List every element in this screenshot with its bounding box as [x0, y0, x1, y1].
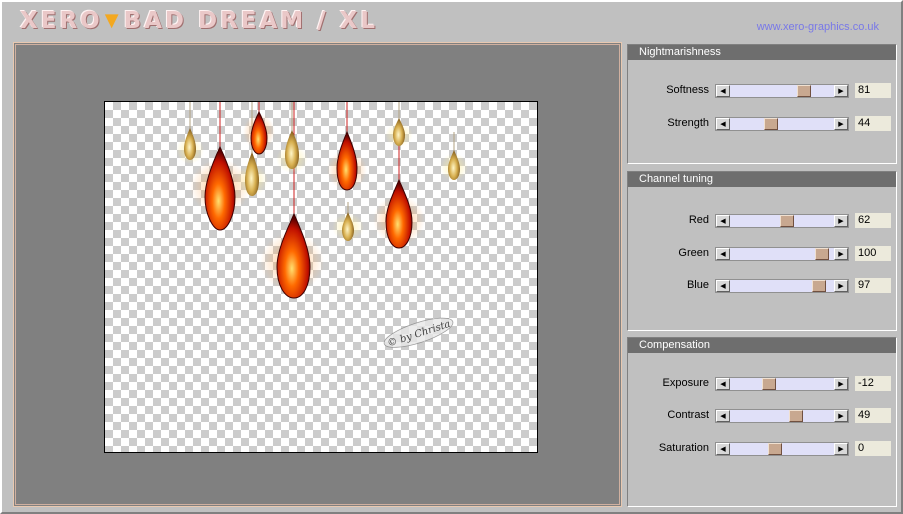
control-label: Strength	[667, 117, 709, 129]
preview-image: © by Christa	[176, 102, 468, 350]
increase-arrow-icon[interactable]: ▶	[834, 85, 848, 97]
control-row-green: Green ◀ ▶ 100	[628, 245, 898, 263]
preview-area: © by Christa	[13, 42, 622, 507]
control-label: Red	[688, 214, 709, 226]
control-row-softness: Softness ◀ ▶ 81	[628, 82, 898, 100]
control-label: Green	[678, 247, 709, 259]
control-label: Blue	[686, 279, 709, 291]
decrease-arrow-icon[interactable]: ◀	[716, 443, 730, 455]
panel-title: Channel tuning	[628, 172, 896, 187]
panel-title: Compensation	[628, 338, 896, 353]
increase-arrow-icon[interactable]: ▶	[834, 280, 848, 292]
slider-thumb[interactable]	[780, 215, 794, 227]
panel-title: Nightmarishness	[628, 45, 896, 60]
blue-value-field[interactable]: 97	[855, 278, 891, 293]
decrease-arrow-icon[interactable]: ◀	[716, 280, 730, 292]
control-label: Exposure	[662, 377, 709, 389]
slider-thumb[interactable]	[789, 410, 803, 422]
control-row-blue: Blue ◀ ▶ 97	[628, 277, 898, 295]
plugin-window: XERO ▼BAD DREAM / XL www.xero-graphics.co…	[0, 0, 903, 514]
increase-arrow-icon[interactable]: ▶	[834, 118, 848, 130]
slider-thumb[interactable]	[815, 248, 829, 260]
control-row-strength: Strength ◀ ▶ 44	[628, 115, 898, 133]
watermark: © by Christa	[383, 317, 454, 350]
logo-triangle-icon: ▼	[104, 10, 122, 31]
increase-arrow-icon[interactable]: ▶	[834, 410, 848, 422]
exposure-slider[interactable]: ◀ ▶	[715, 377, 849, 391]
panel-channel-tuning: Channel tuning Red ◀ ▶ 62 Green ◀ ▶ 100 …	[627, 171, 897, 331]
blue-slider[interactable]: ◀ ▶	[715, 279, 849, 293]
slider-thumb[interactable]	[797, 85, 811, 97]
decrease-arrow-icon[interactable]: ◀	[716, 118, 730, 130]
slider-thumb[interactable]	[762, 378, 776, 390]
decrease-arrow-icon[interactable]: ◀	[716, 378, 730, 390]
saturation-slider[interactable]: ◀ ▶	[715, 442, 849, 456]
header-bar: XERO ▼BAD DREAM / XL www.xero-graphics.co…	[2, 2, 901, 40]
preview-background: © by Christa	[15, 44, 620, 505]
decrease-arrow-icon[interactable]: ◀	[716, 248, 730, 260]
drop-strings	[219, 102, 400, 217]
decrease-arrow-icon[interactable]: ◀	[716, 410, 730, 422]
exposure-value-field[interactable]: -12	[855, 376, 891, 391]
control-label: Softness	[666, 84, 709, 96]
red-value-field[interactable]: 62	[855, 213, 891, 228]
increase-arrow-icon[interactable]: ▶	[834, 215, 848, 227]
strength-value-field[interactable]: 44	[855, 116, 891, 131]
website-link[interactable]: www.xero-graphics.co.uk	[757, 21, 879, 33]
increase-arrow-icon[interactable]: ▶	[834, 248, 848, 260]
increase-arrow-icon[interactable]: ▶	[834, 378, 848, 390]
contrast-value-field[interactable]: 49	[855, 408, 891, 423]
slider-thumb[interactable]	[812, 280, 826, 292]
contrast-slider[interactable]: ◀ ▶	[715, 409, 849, 423]
green-value-field[interactable]: 100	[855, 246, 891, 261]
control-row-exposure: Exposure ◀ ▶ -12	[628, 375, 898, 393]
red-slider[interactable]: ◀ ▶	[715, 214, 849, 228]
panel-nightmarishness: Nightmarishness Softness ◀ ▶ 81 Strength…	[627, 44, 897, 164]
softness-slider[interactable]: ◀ ▶	[715, 84, 849, 98]
product-logo: XERO ▼BAD DREAM / XL	[20, 8, 378, 34]
control-label: Contrast	[667, 409, 709, 421]
control-label: Saturation	[658, 442, 709, 454]
control-row-red: Red ◀ ▶ 62	[628, 212, 898, 230]
increase-arrow-icon[interactable]: ▶	[834, 443, 848, 455]
decrease-arrow-icon[interactable]: ◀	[716, 215, 730, 227]
softness-value-field[interactable]: 81	[855, 83, 891, 98]
preview-canvas[interactable]: © by Christa	[104, 101, 538, 453]
slider-thumb[interactable]	[764, 118, 778, 130]
strength-slider[interactable]: ◀ ▶	[715, 117, 849, 131]
saturation-value-field[interactable]: 0	[855, 441, 891, 456]
decrease-arrow-icon[interactable]: ◀	[716, 85, 730, 97]
slider-thumb[interactable]	[768, 443, 782, 455]
green-slider[interactable]: ◀ ▶	[715, 247, 849, 261]
panel-compensation: Compensation Exposure ◀ ▶ -12 Contrast ◀…	[627, 337, 897, 507]
control-row-contrast: Contrast ◀ ▶ 49	[628, 407, 898, 425]
control-row-saturation: Saturation ◀ ▶ 0	[628, 440, 898, 458]
